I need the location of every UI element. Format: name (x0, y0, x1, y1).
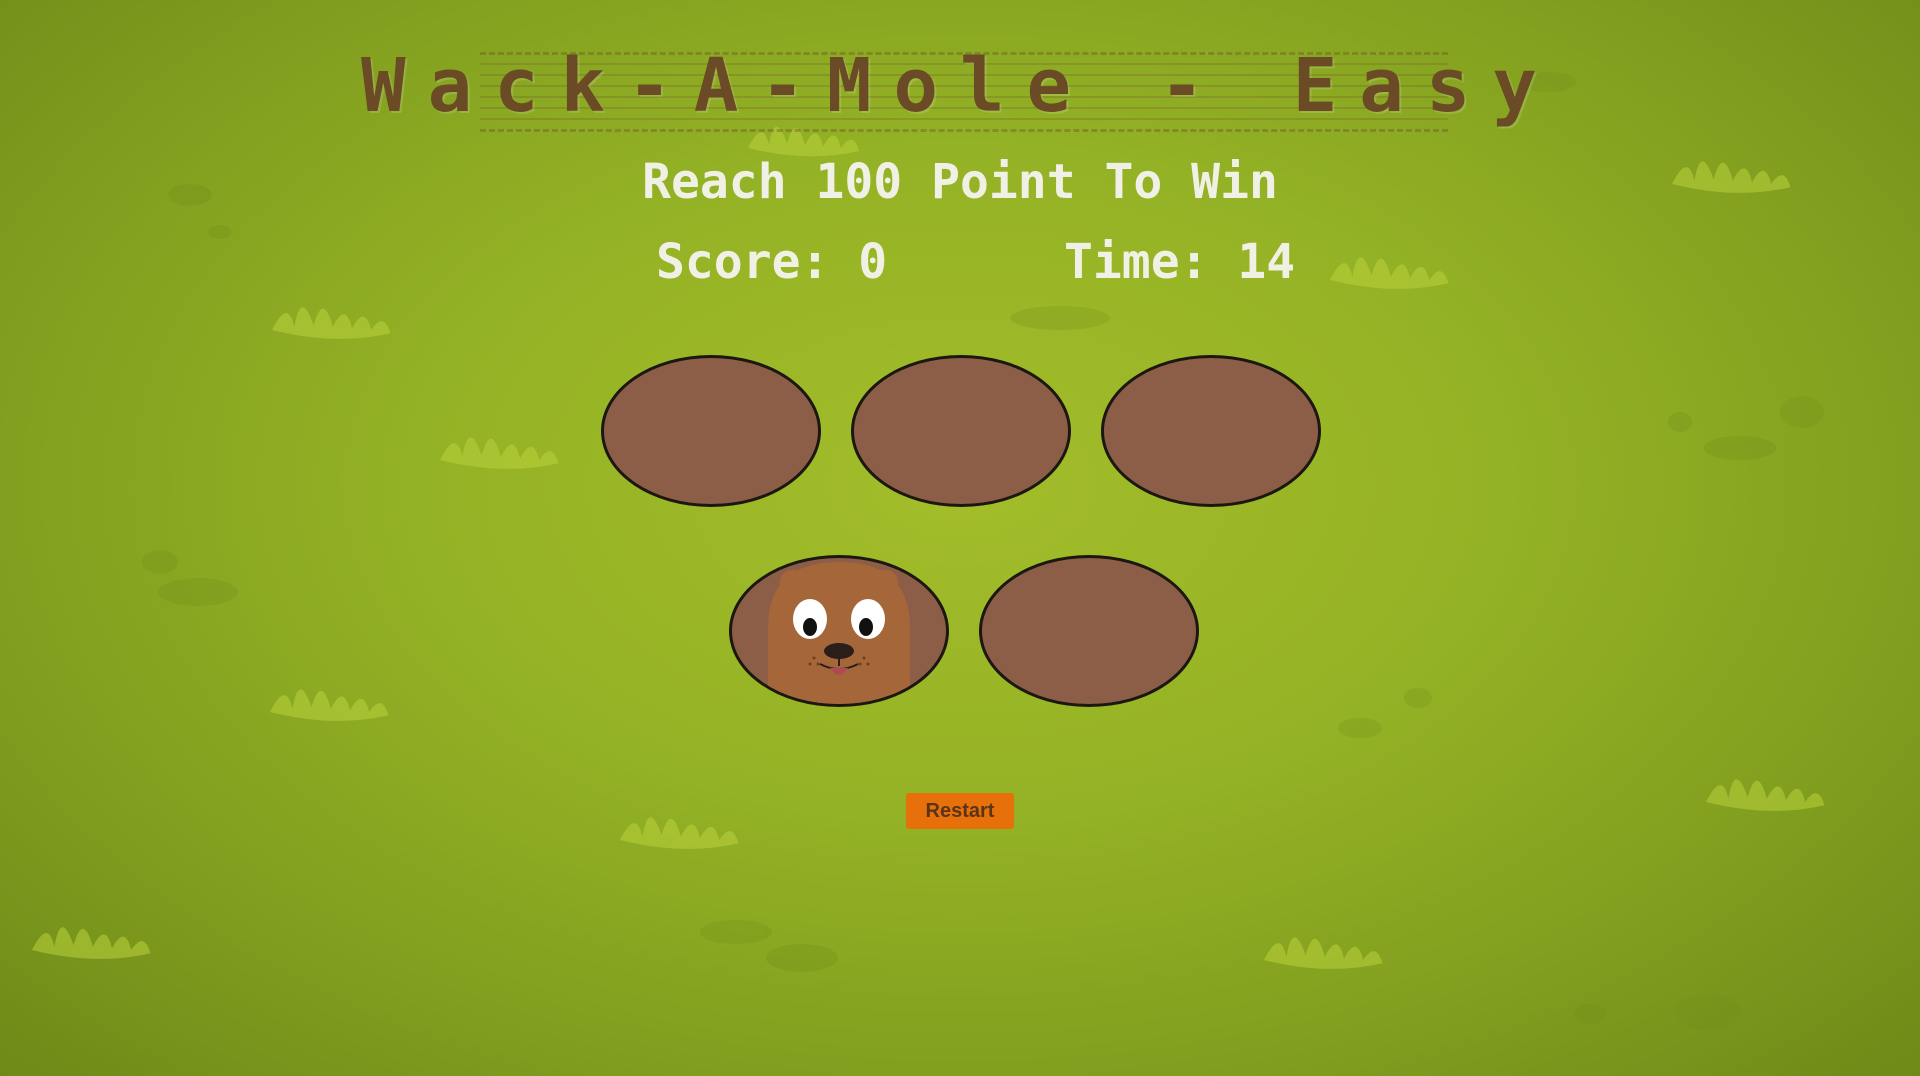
goal-text: Reach 100 Point To Win (642, 154, 1278, 210)
mole-hole-3[interactable] (1101, 355, 1321, 507)
mole-icon[interactable] (768, 558, 910, 707)
score-display: Score: 0 (656, 234, 888, 290)
restart-button[interactable]: Restart (906, 793, 1014, 829)
mole-hole-1[interactable] (601, 355, 821, 507)
mole-hole-4[interactable] (729, 555, 949, 707)
time-display: Time: 14 (1064, 234, 1296, 290)
grass-tuft-icon (32, 126, 1825, 969)
mole-hole-5[interactable] (979, 555, 1199, 707)
mole-hole-2[interactable] (851, 355, 1071, 507)
game-title: Wack-A-Mole - Easy (361, 43, 1559, 129)
